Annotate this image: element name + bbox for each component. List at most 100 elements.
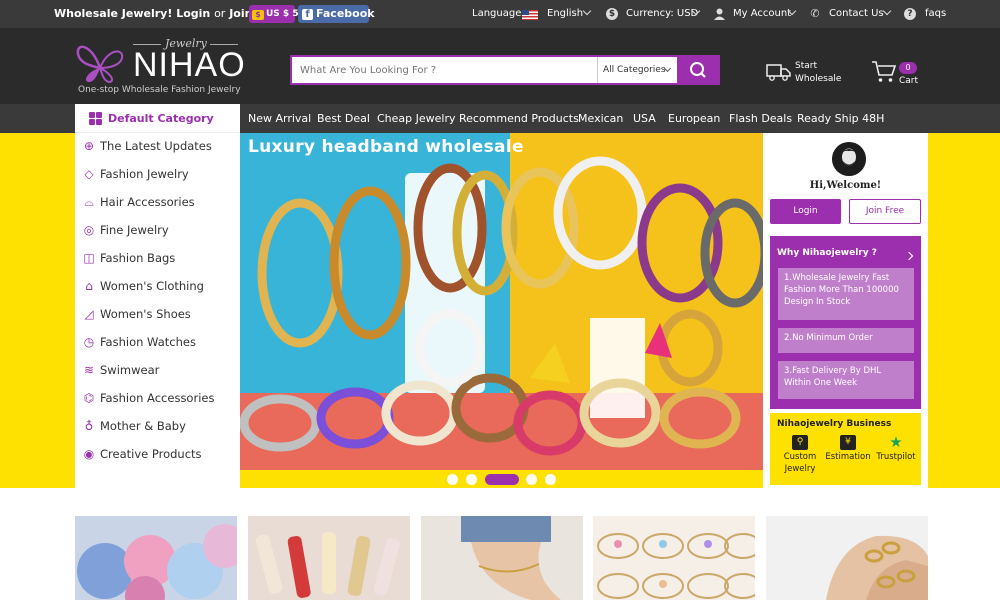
nav-new-arrival[interactable]: New Arrival [248,112,311,125]
currency-icon: $ [606,8,618,20]
faqs-link[interactable]: faqs [925,8,946,19]
coupon-badge[interactable]: $ US $ 5 [249,5,299,23]
category-select-label: All Categories [603,65,666,75]
start-wholesale-line2: Wholesale [795,74,842,84]
rings-image [766,516,928,600]
hair-clips-image [248,516,410,600]
user-icon [714,8,725,20]
category-select[interactable]: All Categories [597,57,677,83]
sidebar-item-label: Women's Shoes [100,307,191,321]
business-title: Nihaojewelry Business [777,419,892,429]
sidebar-item-fashion-jewelry[interactable]: ◇ Fashion Jewelry [81,164,236,186]
chevron-down-icon [882,6,892,16]
sidebar-item-mother-baby[interactable]: ♁ Mother & Baby [81,416,236,438]
nav-recommend-products[interactable]: Recommend Products [459,112,579,125]
product-thumbnail-anklet[interactable] [421,516,583,600]
chevron-right-icon [904,251,914,261]
nav-best-deal[interactable]: Best Deal [317,112,370,125]
why-nihaojewelry-box[interactable]: Why Nihaojewelry ? 1.Wholesale Jewelry F… [770,236,921,409]
sidebar-item-latest-updates[interactable]: ⊕ The Latest Updates [81,136,236,158]
butterfly-logo-icon[interactable] [74,40,126,84]
sidebar-item-label: Fine Jewelry [100,223,169,237]
product-thumbnail-rings[interactable] [766,516,928,600]
search-input[interactable] [292,57,597,83]
facebook-label: Facebook [316,7,375,20]
nav-cheap-jewelry[interactable]: Cheap Jewelry [377,112,456,125]
carousel-dot[interactable] [545,474,556,485]
carousel-pagination [240,470,763,488]
scrunchies-image [75,516,237,600]
sidebar-item-creative-products[interactable]: ◉ Creative Products [81,444,236,466]
language-selector[interactable]: English [547,8,583,19]
phone-icon: ✆ [810,7,820,20]
logo-name[interactable]: NIHAO [133,48,246,82]
login-button[interactable]: Login [770,199,841,224]
cart-count-badge: 0 [899,62,917,74]
nav-european[interactable]: European [668,112,720,125]
nav-usa[interactable]: USA [633,112,656,125]
start-wholesale-link[interactable]: Start Wholesale [795,60,841,86]
headband-display-image [240,133,763,470]
default-category-toggle[interactable]: Default Category [75,104,240,133]
clothing-icon: ⌂ [85,279,93,293]
sidebar-item-label: Women's Clothing [100,279,204,293]
chevron-down-icon [582,6,592,16]
currency-selector[interactable]: Currency: USD [626,8,698,19]
baby-stroller-icon: ♁ [84,419,94,433]
site-header: Jewelry NIHAO One-stop Wholesale Fashion… [0,28,1000,104]
custom-jewelry-link[interactable]: ⚲ Custom Jewelry [775,435,825,475]
grid-icon [89,112,102,125]
coupon-label: US $ 5 [266,9,299,19]
cart-icon[interactable] [871,60,897,84]
carousel-dot-active[interactable] [485,474,519,485]
nav-ready-ship[interactable]: Ready Ship 48H [797,112,884,125]
bracelets-image [593,516,755,600]
why-title: Why Nihaojewelry ? [777,248,877,258]
sidebar-item-label: Fashion Bags [100,251,176,265]
ring-icon: ◎ [83,223,95,237]
welcome-text: Hi,Welcome! [809,180,882,191]
product-thumbnail-bracelets[interactable] [593,516,755,600]
my-account-link[interactable]: My Account [733,8,791,19]
join-free-button[interactable]: Join Free [849,199,921,224]
sidebar-item-fashion-watches[interactable]: ◷ Fashion Watches [81,332,236,354]
sidebar-item-fashion-accessories[interactable]: ⌬ Fashion Accessories [81,388,236,410]
sidebar-item-fine-jewelry[interactable]: ◎ Fine Jewelry [81,220,236,242]
why-point-1: 1.Wholesale Jewelry Fast Fashion More Th… [778,268,914,320]
sidebar-item-womens-clothing[interactable]: ⌂ Women's Clothing [81,276,236,298]
product-thumbnail-hair-clips[interactable] [248,516,410,600]
product-thumbnail-scrunchies[interactable] [75,516,237,600]
sidebar-item-fashion-bags[interactable]: ◫ Fashion Bags [81,248,236,270]
hair-accessory-icon: ⌓ [84,195,94,209]
hero-banner[interactable]: Luxury headband wholesale [240,133,763,470]
bag-icon: ◫ [83,251,95,265]
contact-us-link[interactable]: Contact Us [829,8,884,19]
question-icon: ? [871,248,877,258]
carousel-dot[interactable] [466,474,477,485]
nav-flash-deals[interactable]: Flash Deals [729,112,792,125]
carousel-dot[interactable] [447,474,458,485]
watch-icon: ◷ [83,335,95,349]
sidebar-item-hair-accessories[interactable]: ⌓ Hair Accessories [81,192,236,214]
estimation-link[interactable]: ¥ Estimation [823,435,873,463]
login-link[interactable]: Login [176,7,210,20]
category-sidebar: ⊕ The Latest Updates ◇ Fashion Jewelry ⌓ Ha… [75,133,240,488]
banner-title: Luxury headband wholesale [248,137,524,157]
search-button[interactable] [677,55,720,85]
sidebar-item-label: Fashion Accessories [100,391,215,405]
facebook-button[interactable]: f Facebook [298,5,375,23]
default-category-label: Default Category [108,112,214,125]
search-bar: All Categories [290,55,720,85]
accessory-icon: ⌬ [83,391,95,405]
trustpilot-link[interactable]: ★ Trustpilot [871,435,921,463]
anklet-image [421,516,583,600]
truck-icon[interactable] [766,62,792,82]
sidebar-item-label: Fashion Jewelry [100,167,189,181]
us-flag-icon [522,10,538,20]
cart-label[interactable]: Cart [899,76,918,86]
arrow-up-circle-icon: ⊕ [83,139,95,153]
carousel-dot[interactable] [526,474,537,485]
sidebar-item-swimwear[interactable]: ≋ Swimwear [81,360,236,382]
nav-mexican[interactable]: Mexican [578,112,623,125]
sidebar-item-womens-shoes[interactable]: ◿ Women's Shoes [81,304,236,326]
